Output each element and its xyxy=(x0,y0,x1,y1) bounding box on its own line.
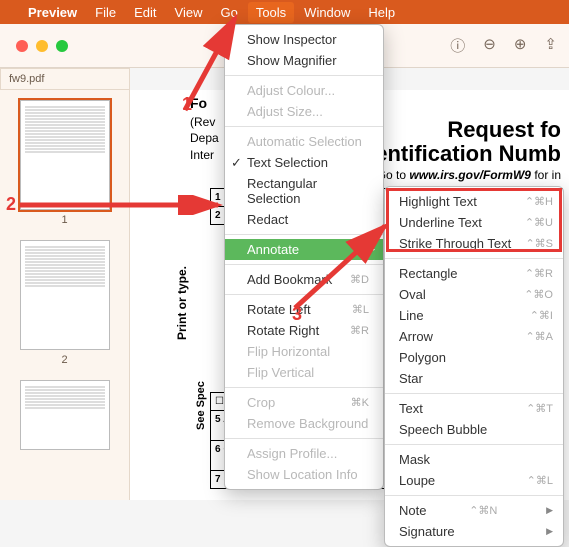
menu-go[interactable]: Go xyxy=(220,5,237,20)
menu-assign-profile: Assign Profile... xyxy=(225,443,383,464)
page-thumbnail-2[interactable] xyxy=(20,240,110,350)
tools-dropdown: Show Inspector Show Magnifier Adjust Col… xyxy=(224,24,384,490)
menu-text-selection[interactable]: Text Selection xyxy=(225,152,383,173)
tab-fw9[interactable]: fw9.pdf xyxy=(0,68,130,90)
thumb-number: 1 xyxy=(10,214,119,226)
submenu-star[interactable]: Star xyxy=(385,368,563,389)
side-label-see: See Spec xyxy=(195,381,207,430)
share-icon[interactable]: ⇪ xyxy=(544,35,557,56)
annotation-number-3: 3 xyxy=(292,304,302,325)
submenu-note[interactable]: Note⌃⌘N xyxy=(385,500,563,521)
thumb-number: 2 xyxy=(10,354,119,366)
submenu-oval[interactable]: Oval⌃⌘O xyxy=(385,284,563,305)
submenu-strike[interactable]: Strike Through Text⌃⌘S xyxy=(385,233,563,254)
menu-edit[interactable]: Edit xyxy=(134,5,156,20)
menu-flip-vertical: Flip Vertical xyxy=(225,362,383,383)
menu-view[interactable]: View xyxy=(175,5,203,20)
menu-remove-background: Remove Background xyxy=(225,413,383,434)
menu-rotate-left[interactable]: Rotate Left⌘L xyxy=(225,299,383,320)
annotation-number-2: 2 xyxy=(6,194,16,215)
menu-adjust-colour: Adjust Colour... xyxy=(225,80,383,101)
submenu-line[interactable]: Line⌃⌘I xyxy=(385,305,563,326)
submenu-arrow[interactable]: Arrow⌃⌘A xyxy=(385,326,563,347)
menu-show-magnifier[interactable]: Show Magnifier xyxy=(225,50,383,71)
zoom-in-icon[interactable]: ⊕ xyxy=(514,35,527,56)
menu-window[interactable]: Window xyxy=(304,5,350,20)
info-icon[interactable]: ⓘ xyxy=(450,35,465,56)
submenu-highlight[interactable]: Highlight Text⌃⌘H xyxy=(385,191,563,212)
document-title: Request fo Identification Numb xyxy=(356,118,561,166)
submenu-mask[interactable]: Mask xyxy=(385,449,563,470)
menu-annotate[interactable]: Annotate xyxy=(225,239,383,260)
zoom-out-icon[interactable]: ⊖ xyxy=(483,35,496,56)
menu-crop: Crop⌘K xyxy=(225,392,383,413)
menu-flip-horizontal: Flip Horizontal xyxy=(225,341,383,362)
menu-file[interactable]: File xyxy=(95,5,116,20)
menu-redact[interactable]: Redact xyxy=(225,209,383,230)
submenu-polygon[interactable]: Polygon xyxy=(385,347,563,368)
page-thumbnail-1[interactable] xyxy=(20,100,110,210)
page-thumbnail-3[interactable] xyxy=(20,380,110,450)
goto-line: ▶ Go to www.irs.gov/FormW9 for in xyxy=(364,168,561,182)
annotate-submenu: Highlight Text⌃⌘H Underline Text⌃⌘U Stri… xyxy=(384,186,564,547)
annotation-number-1: 1 xyxy=(182,94,192,115)
maximize-icon[interactable] xyxy=(56,40,68,52)
menu-rotate-right[interactable]: Rotate Right⌘R xyxy=(225,320,383,341)
submenu-underline[interactable]: Underline Text⌃⌘U xyxy=(385,212,563,233)
close-icon[interactable] xyxy=(16,40,28,52)
menu-add-bookmark[interactable]: Add Bookmark⌘D xyxy=(225,269,383,290)
submenu-loupe[interactable]: Loupe⌃⌘L xyxy=(385,470,563,491)
menu-show-inspector[interactable]: Show Inspector xyxy=(225,29,383,50)
window-controls xyxy=(16,40,68,52)
submenu-rectangle[interactable]: Rectangle⌃⌘R xyxy=(385,263,563,284)
side-label-print: Print or type. xyxy=(175,266,189,340)
minimize-icon[interactable] xyxy=(36,40,48,52)
submenu-text[interactable]: Text⌃⌘T xyxy=(385,398,563,419)
menu-automatic-selection: Automatic Selection xyxy=(225,131,383,152)
menu-adjust-size: Adjust Size... xyxy=(225,101,383,122)
form-header: Fo (Rev Depa Inter xyxy=(190,94,219,164)
menu-help[interactable]: Help xyxy=(368,5,395,20)
sidebar: 1 2 xyxy=(0,90,130,500)
menubar: Preview File Edit View Go Tools Window H… xyxy=(0,0,569,24)
submenu-signature[interactable]: Signature xyxy=(385,521,563,542)
menu-tools[interactable]: Tools xyxy=(248,2,294,23)
menu-show-location: Show Location Info xyxy=(225,464,383,485)
menu-rectangular-selection[interactable]: Rectangular Selection xyxy=(225,173,383,209)
app-name[interactable]: Preview xyxy=(28,5,77,20)
submenu-speech[interactable]: Speech Bubble xyxy=(385,419,563,440)
